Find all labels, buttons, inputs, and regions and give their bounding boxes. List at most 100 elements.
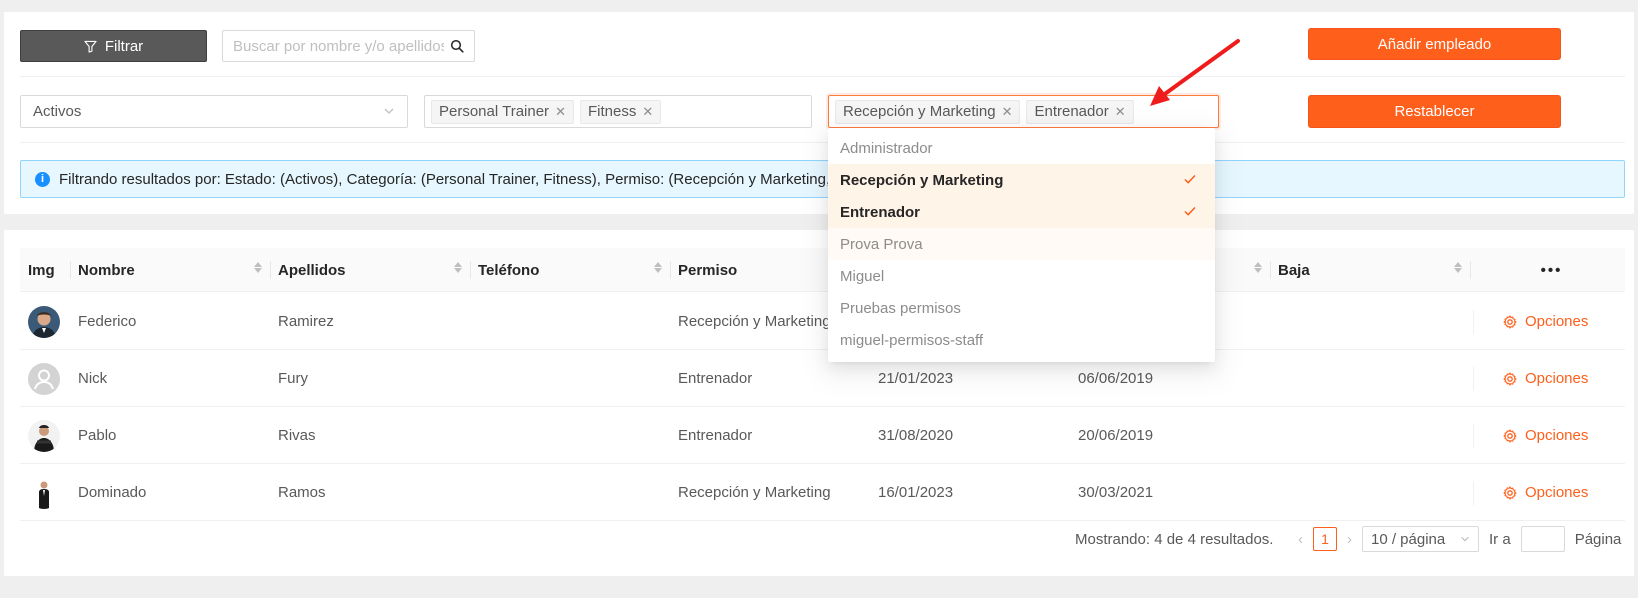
avatar — [28, 362, 60, 395]
table-row: Federico Ramirez Recepción y Marketing O… — [20, 293, 1625, 350]
date-cell: 30/03/2021 — [1078, 484, 1154, 501]
divider — [20, 76, 1625, 77]
status-select[interactable]: Activos — [20, 95, 408, 128]
options-cell: Opciones — [1503, 293, 1588, 350]
reset-label: Restablecer — [1394, 103, 1475, 120]
divider — [1473, 367, 1474, 391]
pagination: ‹ 1 › 10 / página Ir a Página — [1298, 526, 1621, 552]
column-header-nombre[interactable]: Nombre — [70, 248, 270, 292]
permission-tag: Recepción y Marketing ✕ — [835, 99, 1021, 124]
category-tag: Fitness ✕ — [579, 99, 662, 124]
avatar — [28, 419, 60, 452]
nombre-cell: Pablo — [78, 427, 117, 444]
page-size-select[interactable]: 10 / página — [1362, 526, 1479, 552]
reset-button[interactable]: Restablecer — [1308, 95, 1561, 128]
table-row: Pablo Rivas Entrenador 31/08/2020 20/06/… — [20, 407, 1625, 464]
category-tag-label: Personal Trainer — [439, 103, 550, 120]
category-tag-label: Fitness — [587, 103, 637, 120]
options-cell: Opciones — [1503, 350, 1588, 407]
date-cell: 31/08/2020 — [878, 427, 954, 444]
dropdown-option[interactable]: Administrador — [828, 132, 1215, 164]
search-placeholder: Buscar por nombre y/o apellidos — [233, 37, 444, 55]
sort-icon[interactable] — [1454, 262, 1462, 273]
nombre-cell: Dominado — [78, 484, 147, 501]
goto-page-input[interactable] — [1520, 526, 1565, 552]
filter-icon — [84, 40, 97, 53]
add-employee-label: Añadir empleado — [1377, 35, 1492, 53]
close-icon[interactable]: ✕ — [555, 104, 566, 120]
chevron-down-icon — [384, 108, 394, 114]
category-select[interactable]: Personal Trainer ✕ Fitness ✕ — [424, 95, 812, 128]
check-icon — [1184, 206, 1196, 216]
chevron-down-icon — [1461, 536, 1469, 542]
filter-button-label: Filtrar — [104, 37, 144, 55]
page-size-value: 10 / página — [1371, 530, 1446, 548]
dropdown-option[interactable]: Recepción y Marketing — [828, 164, 1215, 196]
column-header-telefono[interactable]: Teléfono — [470, 248, 670, 292]
avatar — [28, 476, 60, 509]
permiso-cell: Recepción y Marketing — [678, 313, 831, 330]
dropdown-option[interactable]: Pruebas permisos — [828, 292, 1215, 324]
search-input[interactable]: Buscar por nombre y/o apellidos — [222, 30, 475, 62]
filter-button[interactable]: Filtrar — [20, 30, 207, 62]
permission-select[interactable]: Recepción y Marketing ✕ Entrenador ✕ — [828, 95, 1219, 128]
sort-icon[interactable] — [454, 262, 462, 273]
category-tag: Personal Trainer ✕ — [431, 99, 574, 124]
permiso-cell: Entrenador — [678, 427, 753, 444]
permission-tag: Entrenador ✕ — [1026, 99, 1134, 124]
chevron-right-icon[interactable]: › — [1347, 531, 1352, 548]
options-cell: Opciones — [1503, 407, 1588, 464]
dropdown-option[interactable]: miguel-permisos-staff — [828, 324, 1215, 356]
apellidos-cell: Ramirez — [278, 313, 334, 330]
apellidos-cell: Ramos — [278, 484, 326, 501]
more-actions-header[interactable]: ••• — [1470, 248, 1625, 292]
permission-tag-label: Recepción y Marketing — [843, 103, 996, 120]
page-button[interactable]: 1 — [1313, 527, 1337, 551]
nombre-cell: Nick — [78, 370, 108, 387]
sort-icon[interactable] — [254, 262, 262, 273]
divider — [1473, 310, 1474, 334]
page-label: Página — [1574, 530, 1622, 548]
permiso-cell: Recepción y Marketing — [678, 484, 831, 501]
apellidos-cell: Rivas — [278, 427, 316, 444]
column-header-apellidos[interactable]: Apellidos — [270, 248, 470, 292]
chevron-left-icon[interactable]: ‹ — [1298, 531, 1303, 548]
dropdown-option[interactable]: Prova Prova — [828, 228, 1215, 260]
options-button[interactable]: Opciones — [1503, 370, 1588, 387]
permission-dropdown: Administrador Recepción y Marketing Entr… — [828, 128, 1215, 362]
close-icon[interactable]: ✕ — [1115, 104, 1126, 120]
more-icon[interactable]: ••• — [1541, 262, 1563, 279]
sort-icon[interactable] — [1254, 262, 1262, 273]
sort-icon[interactable] — [654, 262, 662, 273]
dropdown-option[interactable]: Miguel — [828, 260, 1215, 292]
pagination-summary: Mostrando: 4 de 4 resultados. — [1075, 530, 1274, 548]
close-icon[interactable]: ✕ — [642, 104, 653, 120]
gear-icon — [1503, 428, 1517, 443]
column-header-baja[interactable]: Baja — [1270, 248, 1470, 292]
avatar-cell — [28, 407, 60, 464]
options-button[interactable]: Opciones — [1503, 427, 1588, 444]
search-icon[interactable] — [450, 39, 464, 53]
table-header: Img Nombre Apellidos Teléfono Permiso Ba… — [20, 248, 1625, 292]
filter-info-alert: i Filtrando resultados por: Estado: (Act… — [20, 160, 1625, 198]
date-cell: 20/06/2019 — [1078, 427, 1154, 444]
avatar-cell — [28, 464, 60, 521]
dropdown-option[interactable]: Entrenador — [828, 196, 1215, 228]
close-icon[interactable]: ✕ — [1002, 104, 1013, 120]
avatar — [28, 305, 60, 338]
goto-label: Ir a — [1489, 530, 1511, 548]
options-button[interactable]: Opciones — [1503, 313, 1588, 330]
avatar-cell — [28, 350, 60, 407]
apellidos-cell: Fury — [278, 370, 308, 387]
divider — [1473, 481, 1474, 505]
avatar-cell — [28, 293, 60, 350]
column-header-img: Img — [28, 261, 55, 279]
table-row: Nick Fury Entrenador 21/01/2023 06/06/20… — [20, 350, 1625, 407]
employees-table-card: Img Nombre Apellidos Teléfono Permiso Ba… — [4, 230, 1634, 576]
date-cell: 16/01/2023 — [878, 484, 954, 501]
permission-tag-label: Entrenador — [1034, 103, 1109, 120]
table-row: Dominado Ramos Recepción y Marketing 16/… — [20, 464, 1625, 521]
add-employee-button[interactable]: Añadir empleado — [1308, 28, 1561, 60]
nombre-cell: Federico — [78, 313, 137, 330]
options-button[interactable]: Opciones — [1503, 484, 1588, 501]
